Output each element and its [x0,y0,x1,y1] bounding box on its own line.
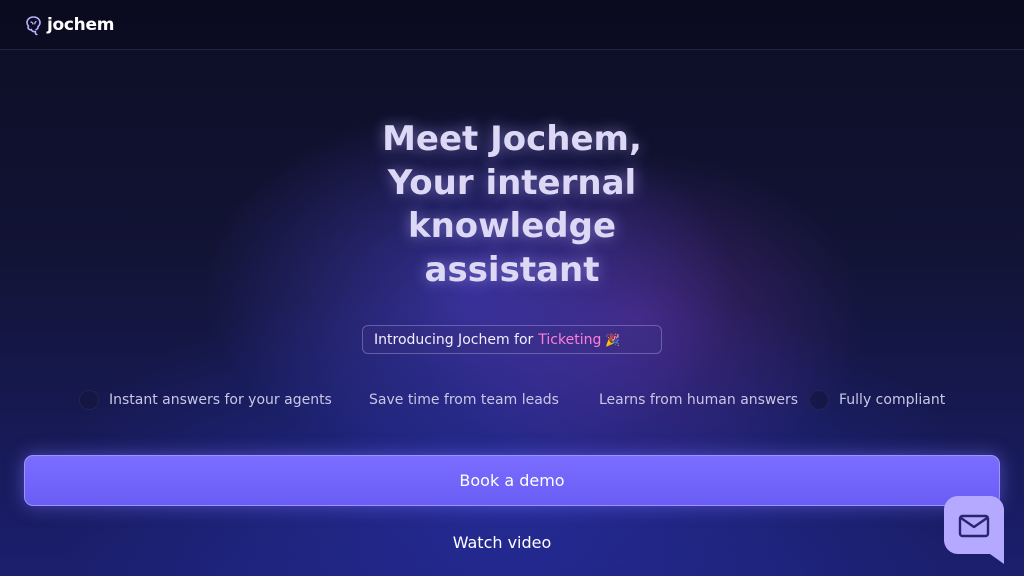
feature-item: Fully compliant [809,388,945,412]
hero-title-line: Meet Jochem, [382,119,642,159]
envelope-icon [944,496,1004,564]
feature-item: Instant answers for your agents [79,388,332,412]
hero-title-line: assistant [424,249,600,290]
feature-label: Fully compliant [839,392,946,408]
feature-item: Learns from human answers [599,388,798,412]
feature-list: Instant answers for your agents Save tim… [0,388,1024,412]
hero-title-line: knowledge [407,206,617,246]
feature-bullet-icon [809,390,829,410]
logo-text: jochem [47,15,115,35]
feature-bullet-icon [79,390,99,410]
book-demo-button[interactable]: Book a demo [24,455,1000,506]
chat-widget-button[interactable] [944,496,1004,564]
feature-label: Instant answers for your agents [109,392,332,408]
badge-accent: Ticketing [538,331,602,348]
top-nav: jochem [0,0,1024,50]
hero-title: Meet Jochem, Your internal knowledge ass… [262,118,762,292]
party-popper-icon: 🎉 [605,332,621,347]
announcement-badge[interactable]: Introducing Jochem for Ticketing 🎉 [362,325,662,354]
feature-label: Save time from team leads [369,392,559,408]
watch-video-button[interactable]: Watch video [402,528,602,556]
brain-icon [26,16,41,36]
feature-item: Save time from team leads [369,388,559,412]
badge-prefix: Introducing Jochem for [374,331,534,348]
feature-label: Learns from human answers [599,392,799,408]
logo-link[interactable]: jochem [24,14,114,36]
hero-title-line: Your internal [387,162,637,203]
